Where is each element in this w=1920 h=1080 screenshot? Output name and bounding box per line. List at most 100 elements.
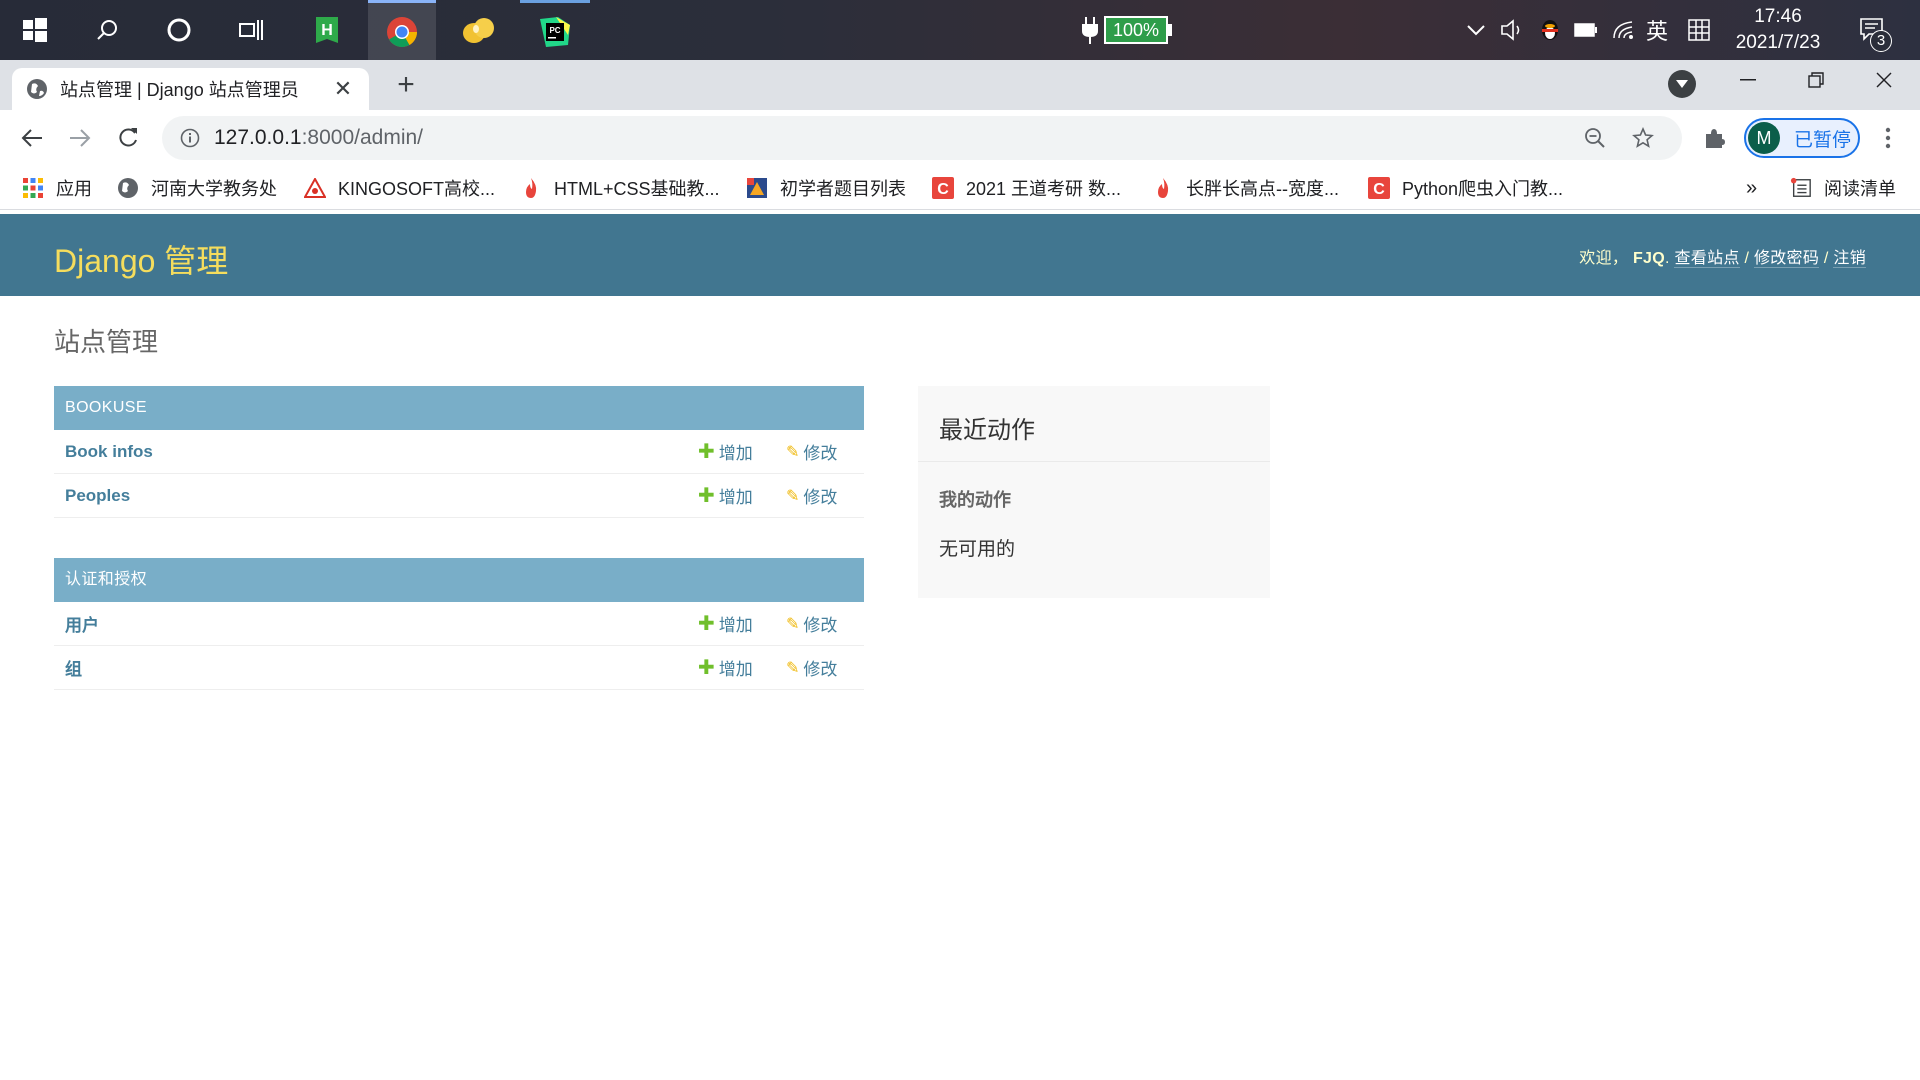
ime-mode-button[interactable]: [1684, 0, 1714, 60]
model-link[interactable]: Book infos: [65, 442, 698, 462]
pycharm-app-button[interactable]: PC: [520, 0, 590, 60]
action-center-button[interactable]: 3: [1850, 0, 1894, 60]
task-view-button[interactable]: [216, 0, 286, 60]
reload-icon: [119, 128, 137, 147]
bookmarks-overflow-button[interactable]: »: [1746, 174, 1757, 202]
site-branding[interactable]: Django 管理: [54, 236, 228, 282]
svg-text:H: H: [321, 22, 333, 39]
bookmark-html-css[interactable]: HTML+CSS基础教...: [520, 174, 720, 202]
problem-list-icon: [746, 177, 768, 199]
pencil-icon: ✎: [786, 659, 800, 677]
battery-indicator[interactable]: 100%: [1066, 0, 1186, 60]
info-icon[interactable]: [180, 128, 200, 148]
change-password-link[interactable]: 修改密码: [1753, 250, 1820, 268]
model-link[interactable]: Peoples: [65, 486, 698, 506]
minimize-window-button[interactable]: [1714, 60, 1782, 100]
cortana-circle-icon: [167, 18, 191, 42]
browser-tab[interactable]: 站点管理 | Django 站点管理员 ✕: [12, 68, 369, 110]
module-caption[interactable]: 认证和授权: [54, 558, 864, 602]
volume-button[interactable]: [1498, 0, 1526, 60]
hbuilder-icon: H: [316, 17, 338, 43]
back-button[interactable]: [12, 118, 52, 158]
reading-list-button[interactable]: 阅读清单: [1790, 174, 1896, 202]
battery-small-icon: [1574, 23, 1597, 37]
url-path: :8000/admin/: [301, 126, 424, 149]
tab-close-icon[interactable]: ✕: [331, 76, 355, 102]
bookmark-label: 应用: [56, 179, 92, 199]
bookmark-wangdao[interactable]: C 2021 王道考研 数...: [932, 174, 1121, 202]
qq-tray-button[interactable]: [1536, 0, 1564, 60]
add-link[interactable]: ✚ 增加: [698, 611, 786, 636]
apps-grid-icon: [22, 177, 44, 199]
show-hidden-icons-button[interactable]: [1464, 0, 1488, 60]
chrome-app-button[interactable]: [368, 0, 436, 60]
bookmark-apps[interactable]: 应用: [22, 174, 92, 202]
bookmark-label: 长胖长高点--宽度...: [1186, 179, 1339, 199]
start-button[interactable]: [0, 0, 70, 60]
forward-button[interactable]: [60, 118, 100, 158]
change-label: 修改: [803, 488, 838, 507]
view-site-link[interactable]: 查看站点: [1674, 250, 1740, 268]
chevron-up-icon: [1467, 25, 1485, 36]
change-label: 修改: [803, 660, 838, 679]
address-bar[interactable]: 127.0.0.1:8000/admin/: [162, 116, 1682, 160]
ime-grid-icon: [1688, 19, 1710, 41]
wifi-button[interactable]: [1610, 0, 1638, 60]
page-title: 站点管理: [54, 327, 159, 357]
plus-icon: ✚: [698, 613, 715, 635]
add-link[interactable]: ✚ 增加: [698, 655, 786, 680]
reload-button[interactable]: [108, 118, 148, 158]
bookmark-label: 初学者题目列表: [780, 179, 906, 199]
bookmark-label: KINGOSOFT高校...: [338, 179, 496, 199]
separator: /: [1744, 250, 1750, 267]
change-link[interactable]: ✎ 修改: [786, 655, 864, 680]
tab-search-button[interactable]: [1668, 70, 1696, 98]
add-link[interactable]: ✚ 增加: [698, 483, 786, 508]
bookmark-kingosoft[interactable]: KINGOSOFT高校...: [304, 174, 495, 202]
system-clock[interactable]: 17:46 2021/7/23: [1718, 4, 1838, 56]
bookmark-width-height[interactable]: 长胖长高点--宽度...: [1152, 174, 1339, 202]
csdn-c-icon: C: [932, 177, 954, 199]
plus-icon: ✚: [698, 657, 715, 679]
model-link[interactable]: 用户: [65, 611, 698, 636]
new-tab-button[interactable]: +: [390, 70, 422, 102]
model-link[interactable]: 组: [65, 655, 698, 680]
profile-button[interactable]: M 已暂停: [1744, 118, 1860, 158]
zoom-icon[interactable]: [1584, 127, 1606, 149]
change-label: 修改: [803, 444, 838, 463]
svg-text:PC: PC: [549, 26, 560, 35]
extensions-button[interactable]: [1694, 118, 1734, 158]
chrome-menu-button[interactable]: [1868, 118, 1908, 158]
notes-app-button[interactable]: [444, 0, 514, 60]
cortana-button[interactable]: [144, 0, 214, 60]
recent-actions-title: 最近动作: [918, 386, 1270, 462]
logout-link[interactable]: 注销: [1833, 250, 1866, 268]
pencil-icon: ✎: [786, 443, 800, 461]
ime-language-button[interactable]: 英: [1642, 0, 1672, 60]
flame-icon: [1152, 177, 1174, 199]
change-link[interactable]: ✎ 修改: [786, 439, 864, 464]
model-row: Book infos ✚ 增加 ✎ 修改: [54, 430, 864, 474]
admin-header: Django 管理 欢迎， FJQ. 查看站点 / 修改密码 / 注销: [0, 214, 1920, 296]
search-icon: [97, 20, 117, 40]
welcome-text: 欢迎，: [1579, 250, 1629, 267]
clock-date: 2021/7/23: [1735, 32, 1821, 53]
restore-window-button[interactable]: [1782, 60, 1850, 100]
plus-icon: ✚: [698, 485, 715, 507]
change-link[interactable]: ✎ 修改: [786, 483, 864, 508]
close-icon: [1876, 72, 1892, 88]
hbuilder-app-button[interactable]: H: [292, 0, 362, 60]
battery-tray-button[interactable]: [1572, 0, 1600, 60]
bookmark-star-icon[interactable]: [1632, 127, 1654, 149]
search-button[interactable]: [72, 0, 142, 60]
bookmark-beginner-problems[interactable]: 初学者题目列表: [746, 174, 906, 202]
bookmark-label: 2021 王道考研 数...: [966, 179, 1122, 199]
module-caption[interactable]: BOOKUSE: [54, 386, 864, 430]
battery-icon: 100%: [1104, 16, 1168, 44]
add-link[interactable]: ✚ 增加: [698, 439, 786, 464]
bookmark-python-crawler[interactable]: C Python爬虫入门教...: [1368, 174, 1563, 202]
yellow-blob-app-icon: [463, 18, 494, 43]
change-link[interactable]: ✎ 修改: [786, 611, 864, 636]
bookmark-henu[interactable]: 河南大学教务处: [117, 174, 277, 202]
close-window-button[interactable]: [1850, 60, 1918, 100]
